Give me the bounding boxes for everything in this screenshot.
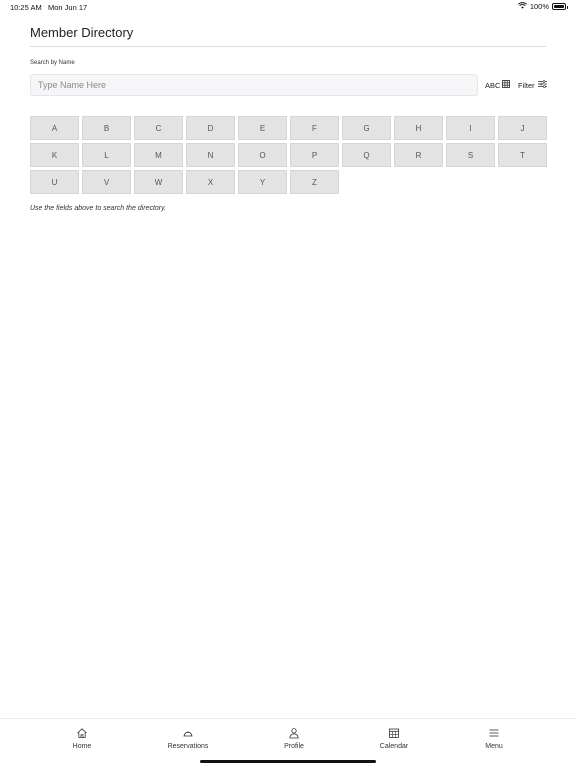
- cloche-icon: [182, 727, 194, 741]
- letter-button-e[interactable]: E: [238, 116, 287, 140]
- sliders-icon: [537, 80, 547, 90]
- alphabet-grid: ABCDEFGHIJ KLMNOPQRST UVWXYZ: [30, 116, 547, 194]
- tab-label: Reservations: [167, 743, 209, 750]
- letter-button-u[interactable]: U: [30, 170, 79, 194]
- letter-button-i[interactable]: I: [446, 116, 495, 140]
- letter-button-p[interactable]: P: [290, 143, 339, 167]
- letter-button-k[interactable]: K: [30, 143, 79, 167]
- letter-button-q[interactable]: Q: [342, 143, 391, 167]
- search-label: Search by Name: [30, 60, 75, 66]
- letter-button-l[interactable]: L: [82, 143, 131, 167]
- letter-button-r[interactable]: R: [394, 143, 443, 167]
- tab-label: Calendar: [379, 743, 409, 750]
- abc-toggle-label: ABC: [485, 80, 501, 90]
- letter-button-c[interactable]: C: [134, 116, 183, 140]
- tab-calendar[interactable]: Calendar: [354, 727, 434, 750]
- status-date: Mon Jun 17: [47, 3, 88, 12]
- home-icon: [76, 727, 88, 741]
- header-divider: [30, 46, 546, 47]
- person-icon: [288, 727, 300, 741]
- tab-label: Profile: [284, 743, 304, 750]
- abc-toggle-button[interactable]: ABC: [485, 80, 511, 90]
- status-time: 10:25 AM Mon Jun 17: [10, 3, 87, 12]
- letter-button-g[interactable]: G: [342, 116, 391, 140]
- search-input[interactable]: [30, 74, 478, 96]
- battery-fill: [554, 5, 564, 8]
- status-bar: 10:25 AM Mon Jun 17 100%: [0, 0, 576, 14]
- hint-text: Use the fields above to search the direc…: [30, 205, 167, 212]
- letter-button-n[interactable]: N: [186, 143, 235, 167]
- tab-home[interactable]: Home: [42, 727, 122, 750]
- letter-button-w[interactable]: W: [134, 170, 183, 194]
- filter-label: Filter: [518, 80, 535, 90]
- calendar-icon: [388, 727, 400, 741]
- tab-menu[interactable]: Menu: [454, 727, 534, 750]
- filter-button[interactable]: Filter: [518, 80, 547, 90]
- letter-button-v[interactable]: V: [82, 170, 131, 194]
- letter-button-j[interactable]: J: [498, 116, 547, 140]
- letter-button-y[interactable]: Y: [238, 170, 287, 194]
- home-indicator: [200, 760, 376, 763]
- letter-button-f[interactable]: F: [290, 116, 339, 140]
- grid-icon: [502, 80, 511, 90]
- letter-button-t[interactable]: T: [498, 143, 547, 167]
- letter-button-m[interactable]: M: [134, 143, 183, 167]
- battery-icon: [552, 3, 568, 10]
- letter-button-o[interactable]: O: [238, 143, 287, 167]
- letter-button-h[interactable]: H: [394, 116, 443, 140]
- status-clock: 10:25 AM: [10, 3, 42, 12]
- letter-button-x[interactable]: X: [186, 170, 235, 194]
- tab-label: Home: [72, 743, 92, 750]
- letter-button-a[interactable]: A: [30, 116, 79, 140]
- status-indicators: 100%: [517, 2, 568, 11]
- letter-button-z[interactable]: Z: [290, 170, 339, 194]
- letter-button-b[interactable]: B: [82, 116, 131, 140]
- tab-label: Menu: [485, 743, 503, 750]
- letter-button-d[interactable]: D: [186, 116, 235, 140]
- letter-button-s[interactable]: S: [446, 143, 495, 167]
- wifi-icon: [517, 2, 527, 11]
- battery-percent: 100%: [529, 2, 549, 11]
- tab-profile[interactable]: Profile: [254, 727, 334, 750]
- hamburger-icon: [488, 727, 500, 741]
- tab-reservations[interactable]: Reservations: [148, 727, 228, 750]
- page-title: Member Directory: [30, 25, 134, 40]
